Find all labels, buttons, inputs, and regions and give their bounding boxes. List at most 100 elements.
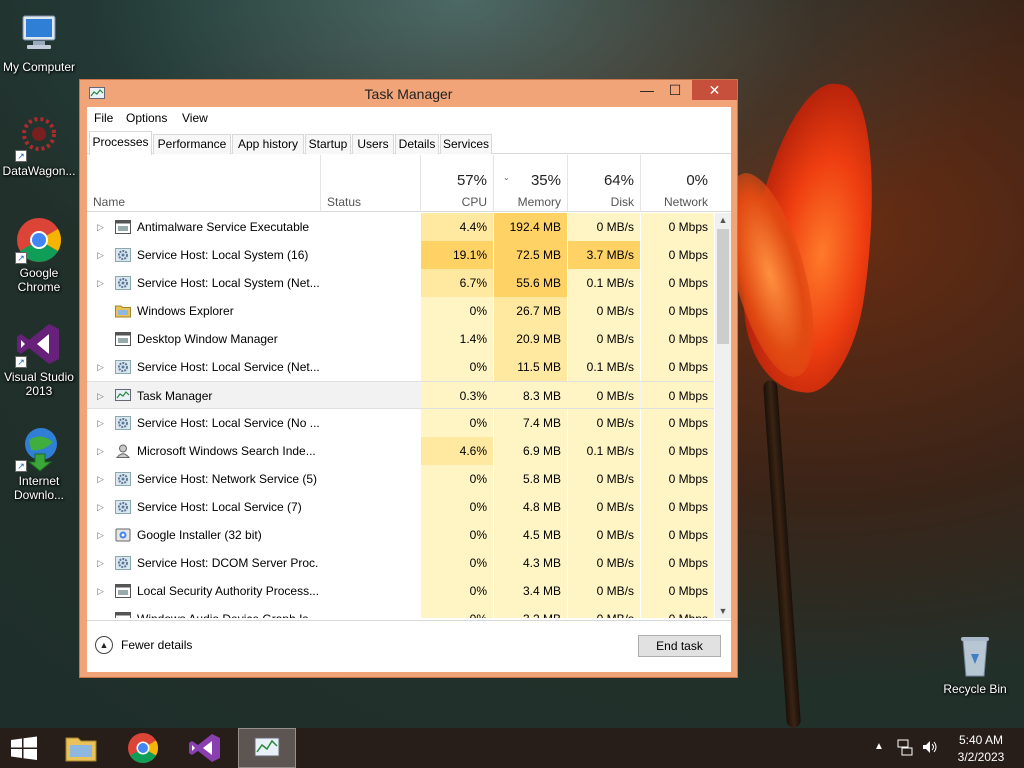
scroll-thumb[interactable]: [717, 229, 729, 344]
table-row[interactable]: ▷ Service Host: Local System (16) 19.1% 72.…: [87, 241, 714, 269]
process-name: Local Security Authority Process...: [137, 584, 319, 598]
minimize-button[interactable]: —: [634, 80, 660, 100]
desktop-icon-datawagon[interactable]: ↗ DataWagon...: [0, 114, 78, 178]
desktop-icon-label: DataWagon...: [2, 164, 76, 178]
title-bar[interactable]: Task Manager — ☐ ✕: [80, 80, 737, 107]
chevron-up-icon[interactable]: ▲: [95, 636, 113, 654]
column-memory[interactable]: 35% Memory: [494, 155, 567, 212]
end-task-button[interactable]: End task: [638, 635, 721, 657]
table-row[interactable]: ▷ Local Security Authority Process... 0% 3.…: [87, 577, 714, 605]
tab-users[interactable]: Users: [352, 134, 394, 154]
tab-processes[interactable]: Processes: [89, 131, 152, 155]
table-row[interactable]: ▷ Service Host: Local Service (No ... 0% 7.…: [87, 409, 714, 437]
column-cpu[interactable]: 57% CPU: [421, 155, 493, 212]
process-cpu: 0%: [469, 472, 487, 486]
table-row[interactable]: ▷ Task Manager 0.3% 8.3 MB 0 MB/s 0 Mbps: [87, 381, 714, 409]
recycle-bin-icon: [951, 632, 999, 680]
column-status[interactable]: Status: [321, 155, 421, 212]
table-row[interactable]: ▷ Service Host: Local Service (7) 0% 4.8 MB…: [87, 493, 714, 521]
expand-chevron-icon[interactable]: ▷: [97, 382, 104, 410]
process-memory: 20.9 MB: [516, 332, 561, 346]
desktop-icon-internet-download-manager[interactable]: ↗ Internet Downlo...: [0, 424, 78, 502]
expand-chevron-icon[interactable]: ▷: [97, 549, 104, 577]
expand-chevron-icon[interactable]: ▷: [97, 409, 104, 437]
expand-chevron-icon[interactable]: ▷: [97, 521, 104, 549]
window-client-area: File Options View Processes Performance …: [87, 107, 731, 672]
expand-chevron-icon[interactable]: ▷: [97, 577, 104, 605]
tab-services[interactable]: Services: [440, 134, 492, 154]
expand-chevron-icon[interactable]: ▷: [97, 437, 104, 465]
table-row[interactable]: ▷ Service Host: DCOM Server Proc... 0% 4.3 …: [87, 549, 714, 577]
start-button[interactable]: [0, 728, 48, 768]
vertical-scrollbar[interactable]: ▲ ▼: [715, 213, 731, 618]
process-name: Windows Explorer: [137, 304, 234, 318]
menu-file[interactable]: File: [94, 111, 113, 125]
clock[interactable]: 5:40 AM 3/2/2023: [948, 733, 1014, 764]
taskbar-task-manager[interactable]: [238, 728, 296, 768]
process-memory: 192.4 MB: [509, 220, 561, 234]
expand-chevron-icon[interactable]: ▷: [97, 269, 104, 297]
menu-bar: File Options View: [87, 107, 731, 129]
column-disk[interactable]: 64% Disk: [568, 155, 640, 212]
process-name: Service Host: Local Service (Net...: [137, 360, 319, 374]
table-row[interactable]: Windows Audio Device Graph Is... 0%3.2 MB…: [87, 605, 714, 618]
internet-download-manager-icon: ↗: [15, 424, 63, 472]
tab-performance[interactable]: Performance: [153, 134, 231, 154]
table-row[interactable]: Windows Explorer 0% 26.7 MB 0 MB/s 0 Mbps: [87, 297, 714, 325]
scroll-down-arrow-icon[interactable]: ▼: [715, 604, 731, 618]
memory-total-percent: 35%: [530, 172, 561, 189]
process-disk: 0 MB/s: [596, 500, 634, 514]
process-disk: 0 MB/s: [596, 389, 634, 403]
process-disk: 0.1 MB/s: [586, 444, 634, 458]
process-network: 0 Mbps: [668, 304, 708, 318]
process-memory: 4.5 MB: [522, 528, 561, 542]
taskbar-file-explorer[interactable]: [56, 728, 106, 768]
desktop-icon-google-chrome[interactable]: ↗ Google Chrome: [0, 216, 78, 294]
table-row[interactable]: ▷ Service Host: Network Service (5) 0% 5.8 …: [87, 465, 714, 493]
process-network: 0 Mbps: [668, 332, 708, 346]
desktop-icon-visual-studio[interactable]: ↗ Visual Studio 2013: [0, 320, 78, 398]
volume-icon[interactable]: [921, 738, 939, 759]
process-network: 0 Mbps: [668, 389, 708, 403]
process-name: Service Host: Local System (16): [137, 248, 309, 262]
table-row[interactable]: Desktop Window Manager 1.4% 20.9 MB 0 MB/s 0…: [87, 325, 714, 353]
desktop-icon-my-computer[interactable]: My Computer: [0, 10, 78, 74]
table-row[interactable]: ▷ Service Host: Local Service (Net... 0% 11…: [87, 353, 714, 381]
expand-chevron-icon[interactable]: ▷: [97, 213, 104, 241]
scroll-up-arrow-icon[interactable]: ▲: [715, 213, 731, 227]
tab-details[interactable]: Details: [395, 134, 439, 154]
menu-options[interactable]: Options: [126, 111, 167, 125]
process-network: 0 Mbps: [668, 416, 708, 430]
column-name[interactable]: Name: [87, 155, 320, 212]
process-network: 0 Mbps: [668, 528, 708, 542]
expand-chevron-icon[interactable]: ▷: [97, 241, 104, 269]
process-memory: 4.8 MB: [522, 500, 561, 514]
show-hidden-icons-icon[interactable]: ▲: [874, 741, 884, 752]
app-window-icon: [115, 220, 131, 234]
table-row[interactable]: ▷ Google Installer (32 bit) 0% 4.5 MB 0 MB/s…: [87, 521, 714, 549]
column-network[interactable]: 0% Network: [641, 155, 714, 212]
fewer-details-link[interactable]: Fewer details: [121, 638, 192, 652]
process-disk: 0 MB/s: [596, 584, 634, 598]
menu-view[interactable]: View: [182, 111, 208, 125]
close-button[interactable]: ✕: [692, 80, 737, 100]
clock-time: 5:40 AM: [958, 733, 1004, 747]
taskbar-chrome[interactable]: [118, 728, 168, 768]
process-cpu: 0%: [469, 500, 487, 514]
taskbar-visual-studio[interactable]: [180, 728, 230, 768]
expand-chevron-icon[interactable]: ▷: [97, 493, 104, 521]
expand-chevron-icon[interactable]: ▷: [97, 353, 104, 381]
tab-startup[interactable]: Startup: [305, 134, 351, 154]
table-row[interactable]: ▷ Antimalware Service Executable 4.4% 192.4…: [87, 213, 714, 241]
table-row[interactable]: ▷ Microsoft Windows Search Inde... 4.6% 6.9…: [87, 437, 714, 465]
tab-app-history[interactable]: App history: [232, 134, 304, 154]
desktop-icon-label: My Computer: [2, 60, 76, 74]
taskbar: ▲ 5:40 AM 3/2/2023: [0, 728, 1024, 768]
file-explorer-icon: [65, 737, 97, 762]
maximize-button[interactable]: ☐: [662, 80, 688, 100]
desktop-icon-recycle-bin[interactable]: Recycle Bin: [936, 632, 1014, 696]
table-row[interactable]: ▷ Service Host: Local System (Net... 6.7% 5…: [87, 269, 714, 297]
column-cpu-label: CPU: [461, 195, 487, 209]
expand-chevron-icon[interactable]: ▷: [97, 465, 104, 493]
network-icon[interactable]: [897, 738, 913, 759]
